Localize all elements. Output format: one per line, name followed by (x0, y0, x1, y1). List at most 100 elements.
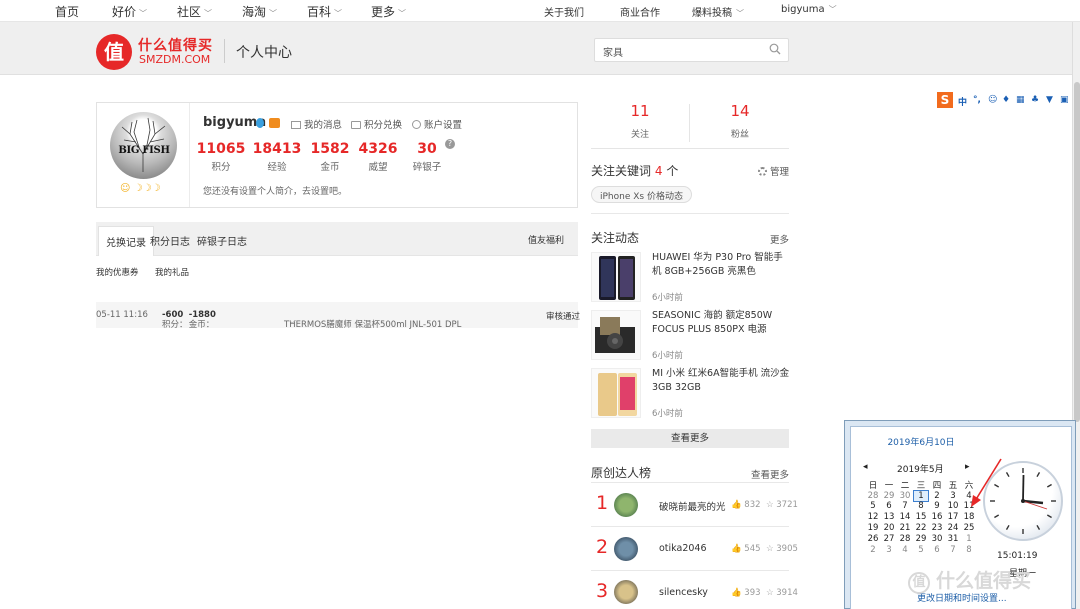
follow-stats: 11 关注 14 粉丝 (591, 102, 789, 149)
view-more-button[interactable]: 查看更多 (591, 429, 789, 448)
logo-domain: SMZDM.COM (139, 53, 211, 66)
ranking-more[interactable]: 查看更多 (751, 467, 789, 481)
phone-icon (599, 256, 635, 300)
keyboard-icon[interactable]: ▦ (1016, 95, 1025, 105)
rank-number: 3 (596, 580, 609, 602)
level-icons: ☺ ☽☽☽ (120, 183, 161, 194)
mail-icon (291, 121, 301, 129)
scrollbar-thumb[interactable] (1074, 82, 1080, 422)
prev-month-icon[interactable]: ◂ (863, 462, 868, 472)
phone-icon (598, 373, 637, 416)
stat-experience: 18413 经验 (252, 141, 302, 173)
chevron-down-icon: ﹀ (204, 9, 213, 18)
chevron-down-icon: ﹀ (736, 9, 744, 18)
star-icon: ☆ (765, 588, 774, 598)
logo-icon[interactable]: 值 (96, 34, 132, 70)
chevron-down-icon: ﹀ (398, 9, 407, 18)
dynamic-title[interactable]: HUAWEI 华为 P30 Pro 智能手机 8GB+256GB 亮黑色 (652, 251, 792, 279)
record-tabs: 兑换记录 积分日志 碎银子日志 值友福利 (96, 222, 578, 256)
nav-home[interactable]: 首页 (55, 3, 79, 20)
calendar-grid: 日一二三四五六 28 29 30 1 2 3 4 5 6 7 8 9 10 11 12 13 14 15 16 1… (865, 479, 977, 556)
section-divider (591, 482, 789, 483)
logo-watermark-icon: 值 (908, 572, 930, 594)
rank-number: 1 (596, 492, 609, 514)
dynamics-more[interactable]: 更多 (770, 232, 789, 246)
nav-overseas[interactable]: 海淘 ﹀ (242, 3, 277, 20)
keyword-tag[interactable]: iPhone Xs 价格动态 (591, 186, 692, 203)
calendar-week[interactable]: 12 13 14 15 16 17 18 (865, 512, 977, 523)
chevron-down-icon: ﹀ (269, 9, 278, 18)
nav-community[interactable]: 社区 ﹀ (177, 3, 212, 20)
keywords-title: 关注关键词 4 个 (591, 164, 679, 178)
thumb-up-icon: 👍 (731, 500, 742, 510)
follow-divider (689, 104, 690, 142)
keywords-manage[interactable]: 管理 (757, 164, 789, 178)
profile-intro[interactable]: 您还没有设置个人简介，去设置吧。 (203, 184, 347, 197)
current-date-link[interactable]: 2019年6月10日 (851, 435, 991, 448)
dynamic-title[interactable]: MI 小米 红米6A智能手机 流沙金 3GB 32GB (652, 367, 792, 395)
calendar-week[interactable]: 19 20 21 22 23 24 25 (865, 523, 977, 534)
avatar-caption: BIG FISH (118, 145, 170, 156)
microphone-icon[interactable]: ♦ (1002, 95, 1010, 105)
fans-count[interactable]: 14 粉丝 (691, 102, 789, 140)
avatar[interactable] (614, 580, 638, 604)
search-icon[interactable] (769, 43, 781, 55)
red-arrow-annotation-icon (971, 458, 1002, 507)
thumb-up-icon: 👍 (731, 588, 742, 598)
section-divider (591, 526, 789, 527)
dynamic-time: 6小时前 (652, 293, 683, 303)
water-drop-badge-icon (256, 118, 264, 128)
toolbox-icon[interactable]: ▣ (1060, 95, 1069, 105)
dynamic-title[interactable]: SEASONIC 海韵 额定850W FOCUS PLUS 850PX 电源 (652, 309, 792, 337)
nav-about[interactable]: 关于我们 (544, 4, 584, 19)
help-icon[interactable]: ? (445, 139, 455, 149)
settings-link[interactable]: 账户设置 (412, 117, 462, 131)
nav-business[interactable]: 商业合作 (620, 4, 660, 19)
calendar-week[interactable]: 26 27 28 29 30 31 1 (865, 534, 977, 545)
calendar-week[interactable]: 2345678 (865, 545, 977, 556)
avatar[interactable] (614, 493, 638, 517)
section-divider (591, 213, 789, 214)
watermark: 值什么值得买 (908, 566, 1031, 594)
product-image[interactable] (591, 252, 641, 302)
member-badge-icon (269, 118, 280, 128)
tab-points-log[interactable]: 积分日志 (143, 226, 197, 256)
skin-icon[interactable]: ▼ (1046, 95, 1053, 105)
product-image[interactable] (591, 368, 641, 418)
subtab-coupons[interactable]: 我的优惠券 (96, 266, 139, 278)
rank-number: 2 (596, 536, 609, 558)
sogou-logo-icon[interactable]: S (937, 92, 953, 108)
chinese-mode-icon[interactable]: 中 (958, 95, 967, 108)
logo-text[interactable]: 什么值得买 (138, 35, 213, 55)
calendar-week[interactable]: 5 6 7 8 9 10 11 (865, 501, 977, 512)
punctuation-icon[interactable]: °, (973, 95, 981, 105)
section-divider (591, 570, 789, 571)
avatar[interactable] (614, 537, 638, 561)
rank-name[interactable]: 破晓前最亮的光 (659, 499, 726, 513)
avatar[interactable]: BIG FISH (110, 112, 177, 179)
rank-stats: 👍 545 ☆ 3905 (731, 544, 798, 554)
rank-name[interactable]: otika2046 (659, 543, 707, 554)
messages-link[interactable]: 我的消息 (291, 117, 342, 131)
tab-silver-log[interactable]: 碎银子日志 (190, 226, 254, 256)
rank-name[interactable]: silencesky (659, 587, 708, 598)
site-header: 值 什么值得买 SMZDM.COM 个人中心 家具 (0, 22, 1080, 75)
welfare-link[interactable]: 值友福利 (528, 233, 564, 246)
subtab-gifts[interactable]: 我的礼品 (155, 266, 189, 278)
exchange-link[interactable]: 积分兑换 (351, 117, 402, 131)
nav-more[interactable]: 更多 ﹀ (371, 3, 406, 20)
calendar-month[interactable]: 2019年5月 (897, 462, 944, 475)
ime-toolbar[interactable]: S 中 °, ☺ ♦ ▦ ♣ ▼ ▣ (936, 91, 1071, 111)
nav-deals[interactable]: 好价 ﹀ (112, 3, 147, 20)
profile-card: BIG FISH ☺ ☽☽☽ bigyuma 我的消息 积分兑换 账户设置 11… (96, 102, 578, 208)
nav-wiki[interactable]: 百科 ﹀ (307, 3, 342, 20)
chevron-down-icon: ﹀ (828, 5, 837, 14)
search-input[interactable]: 家具 (594, 38, 789, 62)
nav-submit[interactable]: 爆料投稿 ﹀ (692, 4, 744, 19)
calendar-week[interactable]: 28 29 30 1 2 3 4 (865, 490, 977, 502)
following-count[interactable]: 11 关注 (591, 102, 689, 140)
user-icon[interactable]: ♣ (1031, 95, 1039, 105)
emoji-icon[interactable]: ☺ (988, 95, 997, 105)
nav-user[interactable]: bigyuma ﹀ (781, 4, 837, 15)
product-image[interactable] (591, 310, 641, 360)
